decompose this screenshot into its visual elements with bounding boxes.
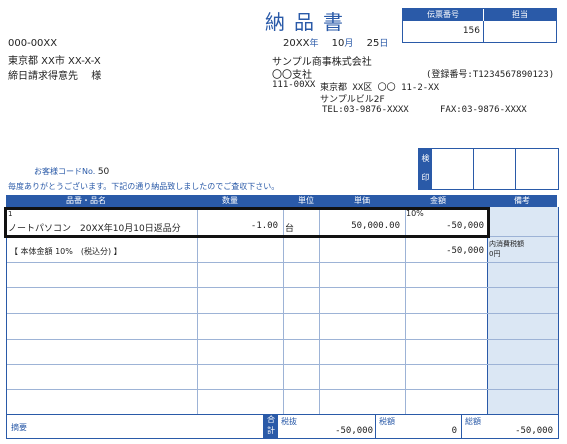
voucher-number-label: 伝票番号 — [403, 9, 483, 21]
inspection-label-2: 印 — [421, 173, 430, 182]
header-item: 品番・品名 — [66, 196, 106, 205]
total-label-2: 計 — [267, 426, 275, 435]
header-unit-price: 単価 — [354, 196, 370, 205]
remarks-label: 摘要 — [11, 423, 27, 432]
document-title: 納品書 — [265, 10, 352, 34]
date-day: 25 — [366, 38, 380, 49]
voucher-number-value: 156 — [462, 26, 480, 36]
total-label-1: 合 — [267, 415, 275, 424]
customer-code-value: 50 — [97, 167, 110, 177]
sender-branch: 〇〇支社 — [272, 70, 312, 81]
recipient-postal: 000-00XX — [8, 38, 58, 49]
sender-postal: 111-00XX — [272, 80, 316, 90]
recipient-honorific: 様 — [91, 71, 102, 82]
inspection-label-1: 検 — [421, 154, 430, 163]
sender-fax: FAX:03-9876-XXXX — [440, 105, 527, 115]
date-month: 10 — [331, 38, 345, 49]
date-month-unit: 月 — [344, 39, 354, 49]
subtotal-amount: -50,000 — [446, 246, 484, 256]
greeting-text: 毎度ありがとうございます。下記の通り納品致しましたのでご査収下さい。 — [8, 182, 280, 191]
recipient-name-block: 締日請求得意先 様 — [8, 67, 101, 82]
voucher-box: 伝票番号 担当 156 — [402, 8, 557, 43]
subtotal-label: 【 本体金額 10% (税込分) 】 — [10, 247, 122, 256]
customer-code-label: お客様コードNo. — [34, 167, 96, 176]
highlight-box — [4, 207, 490, 238]
net-value: -50,000 — [335, 426, 373, 436]
gross-value: -50,000 — [515, 426, 553, 436]
inspection-stamp-box: 検 印 — [418, 148, 559, 190]
table-header: 品番・品名 数量 単位 単価 金額 備考 — [6, 195, 557, 207]
items-table — [6, 207, 559, 415]
date-day-unit: 日 — [379, 39, 389, 49]
subtotal-tax-note-label: 内消費税額 — [489, 240, 524, 248]
issue-date: 20XX年 10月 25日 — [283, 36, 388, 49]
total-label: 合 計 — [264, 414, 278, 438]
person-label: 担当 — [484, 9, 556, 21]
header-notes: 備考 — [514, 196, 530, 205]
sender-registration: (登録番号:T1234567890123) — [426, 70, 555, 80]
date-year: 20XX — [283, 38, 310, 49]
inspection-label: 検 印 — [419, 149, 432, 189]
header-unit: 単位 — [298, 196, 314, 205]
sender-address-line2: サンプルビル2F — [320, 95, 385, 105]
sender-tel: TEL:03-9876-XXXX — [322, 105, 409, 115]
subtotal-tax-note-value: 0円 — [489, 250, 501, 258]
customer-code: お客様コードNo. 50 — [34, 166, 109, 177]
tax-value: 0 — [451, 426, 457, 436]
date-year-unit: 年 — [309, 39, 319, 49]
header-quantity: 数量 — [222, 196, 238, 205]
recipient-name: 締日請求得意先 — [8, 71, 78, 82]
header-amount: 金額 — [430, 196, 446, 205]
footer-totals: 摘要 合 計 税抜 -50,000 税額 0 総額 -50,000 — [6, 414, 559, 439]
recipient-address: 東京都 XX市 XX-X-X — [8, 56, 101, 67]
